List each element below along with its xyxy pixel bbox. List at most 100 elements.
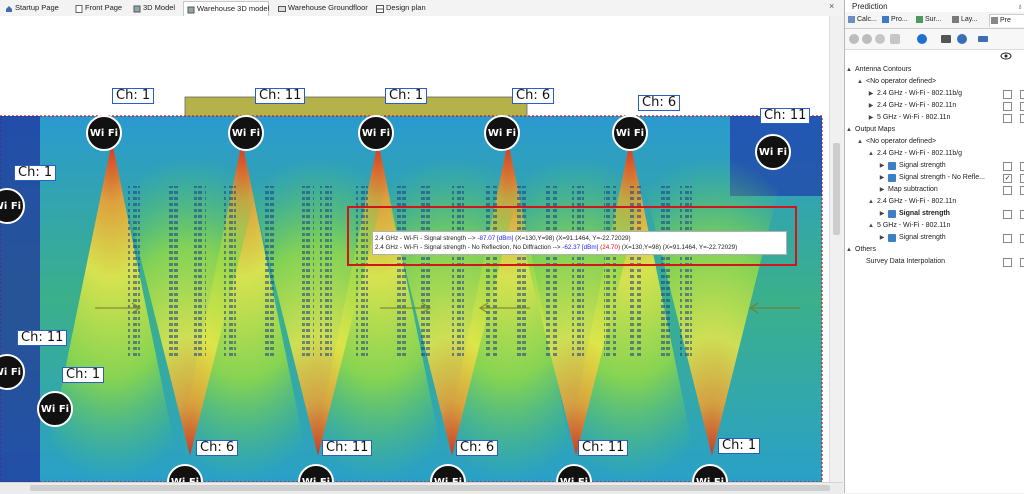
visibility-checkbox[interactable] [1003, 186, 1012, 195]
panel-tab-prediction[interactable]: Pre [989, 14, 1024, 27]
visibility-checkbox[interactable] [1003, 162, 1012, 171]
project-icon [882, 16, 889, 23]
panel-tab-calculations[interactable]: Calc... [847, 14, 877, 26]
wifi-logo-text: Wi Fi [89, 128, 119, 139]
column-checkbox[interactable] [1020, 234, 1024, 243]
tree-row[interactable]: ▲ 2.4 GHz - Wi-Fi - 802.11n [845, 196, 1024, 208]
tree-row[interactable]: ▶ 5 GHz - Wi-Fi - 802.11n [845, 112, 1024, 124]
collapse-arrow-icon[interactable]: ▲ [856, 136, 864, 148]
expand-arrow-icon[interactable]: ▶ [867, 100, 875, 112]
tree-row-label: Antenna Contours [855, 66, 912, 73]
play-icon[interactable] [917, 34, 927, 44]
expand-arrow-icon[interactable]: ▶ [878, 208, 886, 220]
column-checkbox[interactable] [1020, 102, 1024, 111]
vertical-scrollbar[interactable] [829, 16, 844, 482]
tree-row[interactable]: ▶ 2.4 GHz - Wi-Fi - 802.11n [845, 100, 1024, 112]
panel-tab-survey[interactable]: Sur... [915, 14, 941, 26]
panel-tab-layers[interactable]: Lay... [951, 14, 978, 26]
column-checkbox[interactable] [1020, 174, 1024, 183]
visibility-checkbox[interactable] [1003, 210, 1012, 219]
tree-row[interactable]: ▲ 2.4 GHz - Wi-Fi - 802.11b/g [845, 148, 1024, 160]
collapse-arrow-icon[interactable]: ▲ [867, 220, 875, 232]
wifi-antenna-icon[interactable]: Wi Fi [755, 134, 791, 170]
storage-rack [224, 186, 236, 356]
pin-icon[interactable]: ♁ [1017, 2, 1023, 11]
remove-icon[interactable] [862, 34, 872, 44]
channel-label: Ch: 6 [196, 440, 239, 456]
scroll-thumb[interactable] [833, 143, 840, 235]
tree-row[interactable]: ▶ Signal strength - No Refle... ✓ [845, 172, 1024, 184]
collapse-arrow-icon[interactable]: ▲ [845, 244, 853, 256]
panel-tab-project[interactable]: Pro... [881, 14, 908, 26]
wifi-antenna-icon[interactable]: Wi Fi [484, 115, 520, 151]
list-icon[interactable] [941, 35, 951, 43]
close-tab-icon[interactable]: × [829, 1, 834, 11]
storage-rack [166, 186, 178, 356]
expand-arrow-icon[interactable]: ▶ [878, 160, 886, 172]
horizontal-scrollbar[interactable] [0, 482, 843, 494]
column-checkbox[interactable] [1020, 258, 1024, 267]
tab-front-page[interactable]: Front Page [72, 1, 126, 15]
plugin-icon[interactable] [890, 34, 900, 44]
wifi-antenna-icon[interactable]: Wi Fi [86, 115, 122, 151]
channel-label: Ch: 1 [385, 88, 428, 104]
channel-label: Ch: 1 [62, 367, 105, 383]
wifi-antenna-icon[interactable]: Wi Fi [228, 115, 264, 151]
visibility-checkbox[interactable] [1003, 114, 1012, 123]
column-checkbox[interactable] [1020, 210, 1024, 219]
wifi-antenna-icon[interactable]: Wi Fi [358, 115, 394, 151]
tree-row[interactable]: ▲ 5 GHz - Wi-Fi - 802.11n [845, 220, 1024, 232]
wifi-antenna-icon[interactable]: Wi Fi [37, 391, 73, 427]
channel-label: Ch: 11 [578, 440, 629, 456]
plan-icon [376, 4, 384, 13]
visibility-checkbox[interactable] [1003, 102, 1012, 111]
wifi-logo-text: Wi Fi [231, 128, 261, 139]
home-icon [5, 4, 13, 12]
tree-row[interactable]: ▶ Signal strength [845, 160, 1024, 172]
tree-row[interactable]: ▲ <No operator defined> [845, 76, 1024, 88]
collapse-arrow-icon[interactable]: ▲ [867, 148, 875, 160]
tab-startup-page[interactable]: Startup Page [2, 1, 68, 15]
visibility-checkbox[interactable]: ✓ [1003, 174, 1012, 183]
tree-row[interactable]: ▶ Signal strength [845, 232, 1024, 244]
tab-design-plan[interactable]: Design plan [373, 1, 433, 15]
tree-row[interactable]: ▶ 2.4 GHz - Wi-Fi - 802.11b/g [845, 88, 1024, 100]
expand-arrow-icon[interactable]: ▶ [867, 88, 875, 100]
expand-arrow-icon[interactable]: ▶ [878, 232, 886, 244]
column-checkbox[interactable] [1020, 90, 1024, 99]
expand-arrow-icon[interactable]: ▶ [867, 112, 875, 124]
collapse-arrow-icon[interactable]: ▲ [867, 196, 875, 208]
column-checkbox[interactable] [1020, 162, 1024, 171]
expand-arrow-icon[interactable]: ▶ [878, 172, 886, 184]
collapse-arrow-icon[interactable]: ▲ [845, 64, 853, 76]
split-icon[interactable] [978, 36, 988, 42]
visibility-checkbox[interactable] [1003, 258, 1012, 267]
tree-row[interactable]: ▲ Antenna Contours [845, 64, 1024, 76]
tree-row-label: <No operator defined> [866, 78, 937, 85]
map-layer-icon [888, 174, 896, 182]
tree-row[interactable]: ▲ Output Maps [845, 124, 1024, 136]
tab-label: Startup Page [15, 3, 59, 12]
tab-warehouse-groundfloor[interactable]: Warehouse Groundfloor [275, 1, 368, 15]
expand-arrow-icon[interactable]: ▶ [878, 184, 886, 196]
visibility-checkbox[interactable] [1003, 234, 1012, 243]
tab-warehouse-3d-model[interactable]: Warehouse 3D model [183, 1, 269, 16]
channel-label: Ch: 6 [638, 95, 681, 111]
column-checkbox[interactable] [1020, 114, 1024, 123]
settings-icon[interactable] [875, 34, 885, 44]
document-tab-bar: Startup Page Front Page 3D Model Warehou… [0, 0, 843, 17]
collapse-arrow-icon[interactable]: ▲ [856, 76, 864, 88]
tab-3d-model[interactable]: 3D Model [130, 1, 178, 15]
tree-row[interactable]: Survey Data Interpolation [845, 256, 1024, 268]
tree-row[interactable]: ▶ Map subtraction [845, 184, 1024, 196]
tree-row[interactable]: ▲ <No operator defined> [845, 136, 1024, 148]
scroll-thumb[interactable] [30, 485, 830, 491]
tree-row[interactable]: ▲ Others [845, 244, 1024, 256]
visibility-checkbox[interactable] [1003, 90, 1012, 99]
history-icon[interactable] [957, 34, 967, 44]
tree-row[interactable]: ▶ Signal strength [845, 208, 1024, 220]
column-checkbox[interactable] [1020, 186, 1024, 195]
wifi-antenna-icon[interactable]: Wi Fi [612, 115, 648, 151]
collapse-arrow-icon[interactable]: ▲ [845, 124, 853, 136]
add-icon[interactable] [849, 34, 859, 44]
